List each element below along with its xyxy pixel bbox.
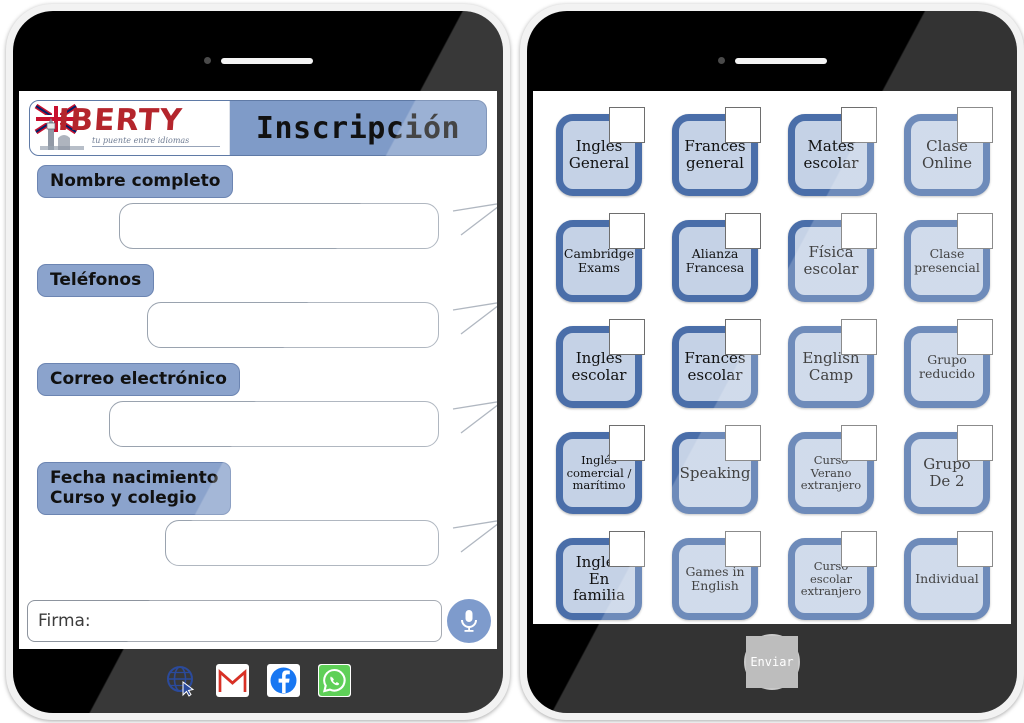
phone-right-bezel: Inglés General Francés general Mates escol… (527, 11, 1017, 713)
globe-icon[interactable] (165, 664, 198, 697)
course-checkbox[interactable] (841, 425, 877, 461)
course-checkbox[interactable] (957, 319, 993, 355)
bubble-tail-icon (452, 203, 497, 236)
input-fecha-curso-colegio[interactable] (165, 520, 439, 567)
phone-right-top-hardware (527, 57, 1017, 64)
label-correo-electronico: Correo electrónico (37, 363, 240, 397)
course-cell: Inglés comercial / marítimo (543, 421, 655, 525)
course-checkbox[interactable] (957, 107, 993, 143)
course-checkbox[interactable] (725, 319, 761, 355)
course-cell: Clase presencial (891, 209, 1003, 313)
dual-phone-mockup: IBERTY tu puente entre idiomas Inscripci… (0, 0, 1024, 723)
microphone-button[interactable] (447, 599, 491, 643)
course-checkbox[interactable] (841, 107, 877, 143)
course-checkbox[interactable] (841, 213, 877, 249)
liberty-logo: IBERTY tu puente entre idiomas (30, 101, 230, 155)
course-checkbox[interactable] (725, 531, 761, 567)
input-wrap-correo-electronico (19, 401, 497, 453)
field-group-correo-electronico: Correo electrónico (37, 363, 497, 397)
whatsapp-icon[interactable] (318, 664, 351, 697)
course-checkbox[interactable] (841, 319, 877, 355)
gmail-icon[interactable] (216, 664, 249, 697)
phone-left-top-hardware (13, 57, 503, 64)
course-checkbox[interactable] (725, 107, 761, 143)
course-checkbox[interactable] (957, 531, 993, 567)
phone-right: Inglés General Francés general Mates escol… (520, 4, 1024, 720)
bubble-tail-icon (452, 401, 497, 434)
input-telefonos[interactable] (147, 302, 439, 349)
course-checkbox[interactable] (609, 107, 645, 143)
earpiece-speaker-icon (734, 57, 827, 64)
logo-wordmark: IBERTY (56, 103, 184, 138)
facebook-icon[interactable] (267, 664, 300, 697)
course-cell: Clase Online (891, 103, 1003, 207)
earpiece-speaker-icon (220, 57, 313, 64)
course-cell: Speaking (659, 421, 771, 525)
course-cell: Francés general (659, 103, 771, 207)
input-wrap-telefonos (19, 302, 497, 354)
course-checkbox[interactable] (609, 425, 645, 461)
course-checkbox[interactable] (609, 319, 645, 355)
course-checkbox[interactable] (957, 425, 993, 461)
enviar-button[interactable]: Enviar (746, 635, 798, 688)
signature-row: Firma: (27, 599, 491, 643)
course-cell: English Camp (775, 315, 887, 419)
course-checkbox[interactable] (609, 531, 645, 567)
signature-input[interactable]: Firma: (27, 600, 442, 642)
input-nombre-completo[interactable] (119, 203, 439, 250)
front-camera-icon (203, 57, 211, 64)
course-grid: Inglés General Francés general Mates escol… (533, 91, 1011, 624)
course-cell: Cambridge Exams (543, 209, 655, 313)
logo-tagline: tu puente entre idiomas (92, 136, 220, 147)
input-wrap-fecha-curso-colegio (19, 520, 497, 572)
label-nombre-completo: Nombre completo (37, 165, 234, 199)
phone-left-bezel: IBERTY tu puente entre idiomas Inscripci… (13, 11, 503, 713)
course-cell: Grupo De 2 (891, 421, 1003, 525)
form-header: IBERTY tu puente entre idiomas Inscripci… (29, 100, 487, 156)
field-group-fecha-curso-colegio: Fecha nacimiento Curso y colegio (37, 462, 497, 516)
course-checkbox[interactable] (957, 213, 993, 249)
field-group-nombre-completo: Nombre completo (37, 165, 497, 199)
course-checkbox[interactable] (725, 213, 761, 249)
label-fecha-curso-colegio: Fecha nacimiento Curso y colegio (37, 462, 232, 516)
bubble-tail-icon (452, 520, 497, 553)
home-button-area: Enviar (527, 610, 1017, 713)
bubble-tail-icon (452, 302, 497, 335)
front-camera-icon (717, 57, 725, 64)
phone-left: IBERTY tu puente entre idiomas Inscripci… (6, 4, 510, 720)
course-cell: Inglés General (543, 103, 655, 207)
course-cell: Curso Verano extranjero (775, 421, 887, 525)
course-checkbox[interactable] (725, 425, 761, 461)
course-cell: Mates escolar (775, 103, 887, 207)
phone-right-screen: Inglés General Francés general Mates escol… (533, 91, 1011, 624)
app-shortcut-bar (13, 664, 503, 697)
input-wrap-nombre-completo (19, 203, 497, 255)
phone-left-screen: IBERTY tu puente entre idiomas Inscripci… (19, 91, 497, 649)
course-cell: Grupo reducido (891, 315, 1003, 419)
input-correo-electronico[interactable] (109, 401, 439, 448)
course-cell: Alianza Francesa (659, 209, 771, 313)
course-checkbox[interactable] (609, 213, 645, 249)
course-cell: Inglés escolar (543, 315, 655, 419)
course-cell: Física escolar (775, 209, 887, 313)
field-group-telefonos: Teléfonos (37, 264, 497, 298)
course-checkbox[interactable] (841, 531, 877, 567)
label-telefonos: Teléfonos (37, 264, 155, 298)
course-cell: Francés escolar (659, 315, 771, 419)
microphone-icon (461, 610, 477, 632)
page-title: Inscripción (255, 110, 461, 146)
